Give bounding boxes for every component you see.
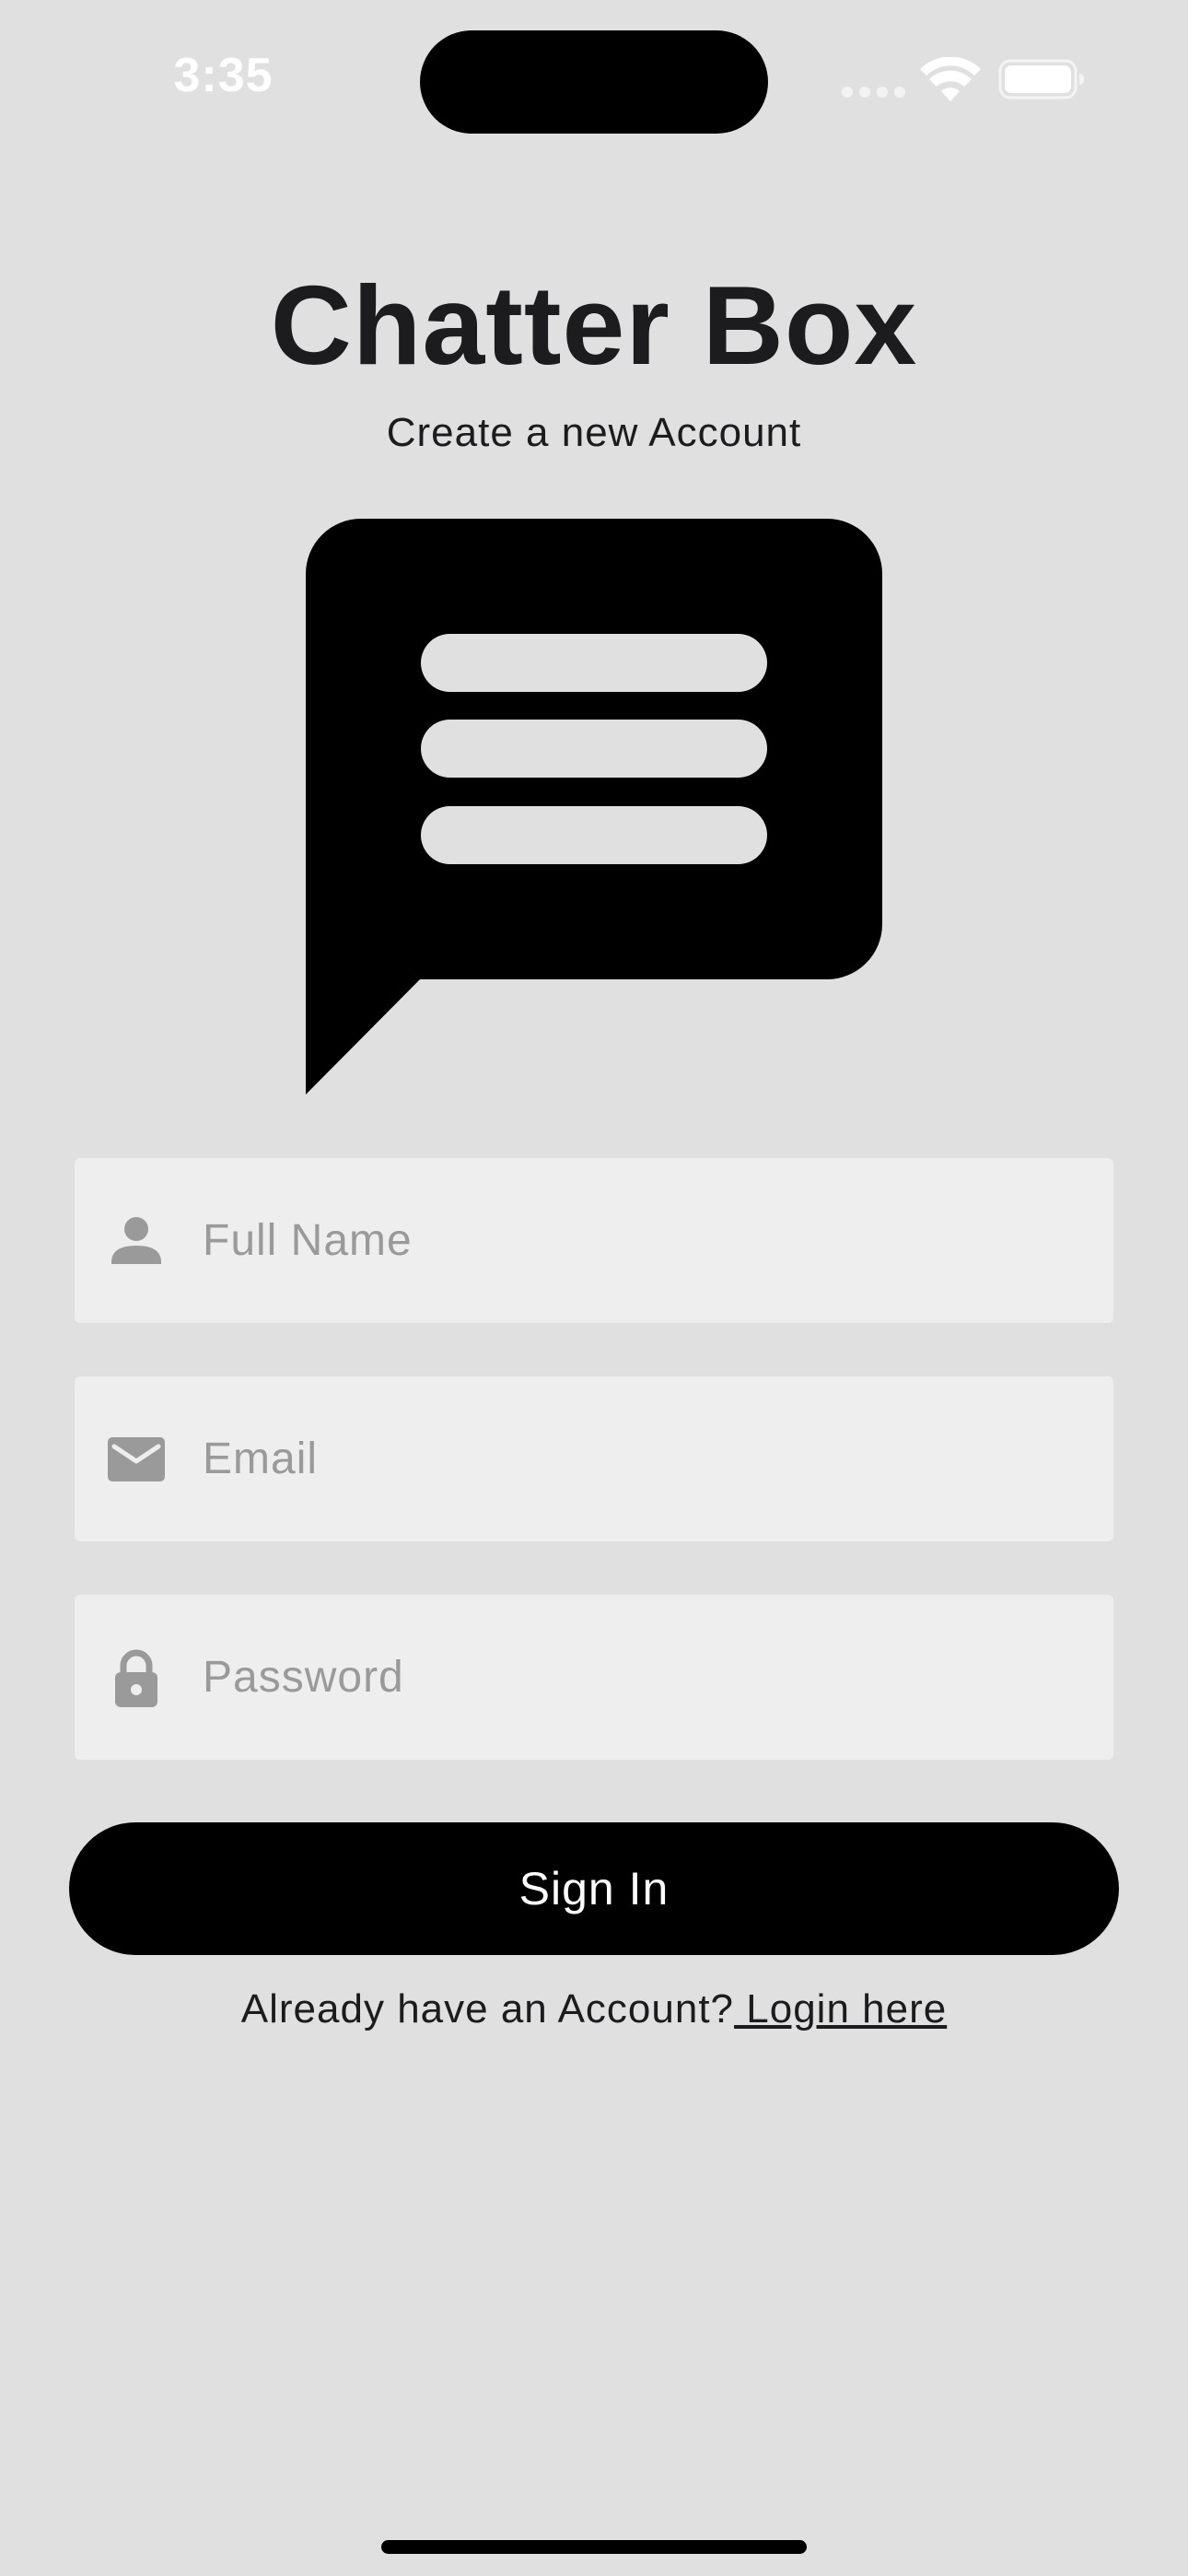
email-input[interactable]	[203, 1376, 1087, 1541]
status-bar: 3:35	[0, 0, 1188, 157]
dynamic-island	[420, 30, 768, 134]
page-subtitle: Create a new Account	[386, 410, 802, 455]
email-field[interactable]	[75, 1376, 1113, 1541]
person-icon	[111, 1217, 161, 1264]
mail-icon	[108, 1437, 165, 1481]
login-prompt-text: Already have an Account?	[240, 1986, 735, 2032]
full-name-field[interactable]	[75, 1158, 1113, 1323]
login-prompt: Already have an Account? Login here	[0, 1984, 1188, 2035]
login-link[interactable]: Login here	[734, 1986, 947, 2032]
password-field[interactable]	[75, 1595, 1113, 1760]
lock-icon	[115, 1649, 157, 1707]
battery-icon	[998, 59, 1084, 100]
home-indicator[interactable]	[381, 2540, 807, 2554]
status-time: 3:35	[173, 49, 274, 102]
app-title: Chatter Box	[270, 263, 918, 388]
sign-in-button[interactable]: Sign In	[69, 1822, 1119, 1955]
full-name-input[interactable]	[203, 1158, 1087, 1323]
wifi-icon	[920, 57, 981, 101]
password-input[interactable]	[203, 1595, 1087, 1760]
chat-bubble-icon	[306, 519, 882, 1095]
cellular-signal-icon	[842, 87, 906, 98]
